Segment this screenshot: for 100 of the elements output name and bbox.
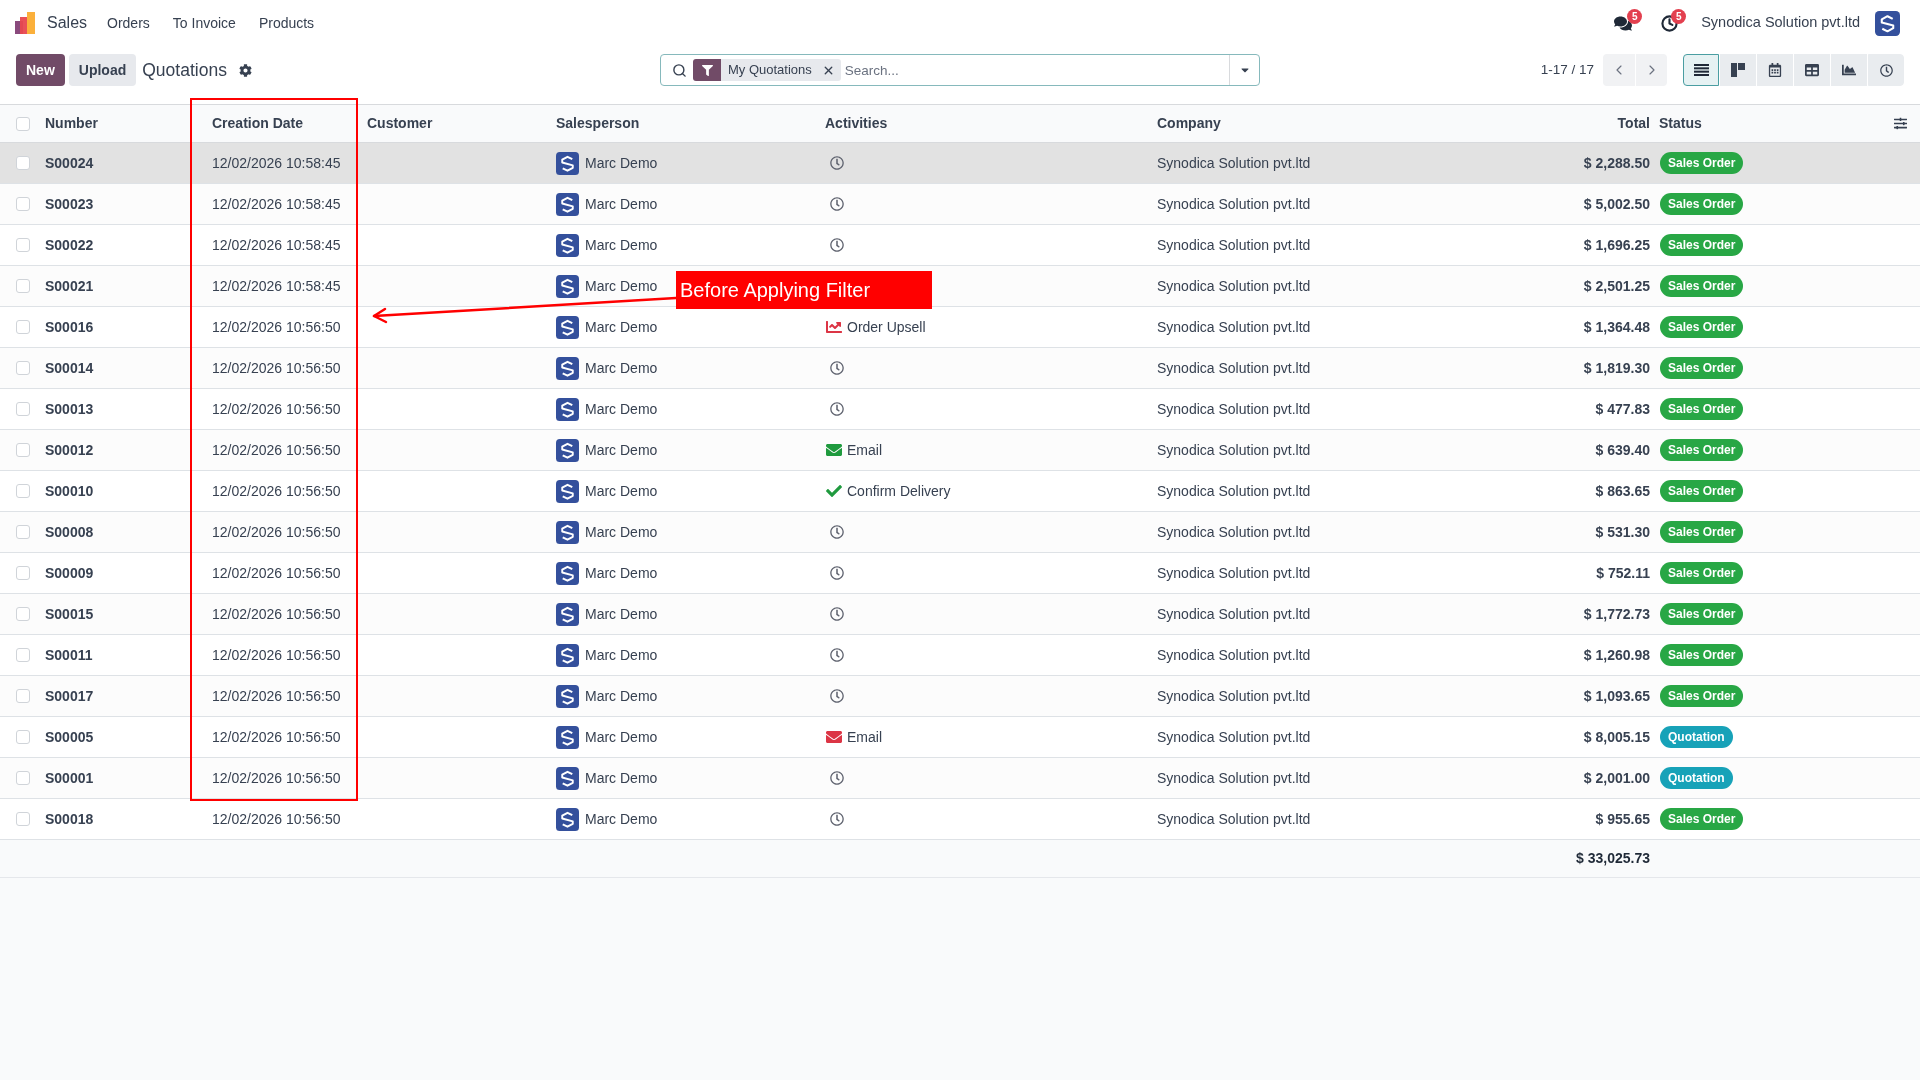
checkbox[interactable] xyxy=(16,812,30,826)
view-switch-button[interactable] xyxy=(1683,54,1719,86)
menu-item[interactable]: Products xyxy=(258,12,315,34)
calendar-icon xyxy=(1768,63,1782,77)
search-input[interactable]: Search... xyxy=(844,56,1229,84)
clock-icon[interactable] xyxy=(830,566,844,580)
status-badge: Sales Order xyxy=(1660,234,1744,256)
status-badge: Sales Order xyxy=(1660,398,1744,420)
table-cell-text: $ 2,288.50 xyxy=(1583,153,1651,173)
new-button[interactable]: New xyxy=(16,54,65,86)
table-cell-text: S00023 xyxy=(45,194,94,214)
checkbox[interactable] xyxy=(16,771,30,785)
checkbox[interactable] xyxy=(16,607,30,621)
checkbox[interactable] xyxy=(16,279,30,293)
checkbox[interactable] xyxy=(16,689,30,703)
avatar-icon xyxy=(556,274,579,298)
column-header[interactable]: Status xyxy=(1659,113,1702,134)
checkbox[interactable] xyxy=(16,443,30,457)
table-cell-text: 12/02/2026 10:56:50 xyxy=(212,768,341,788)
status-badge: Quotation xyxy=(1660,726,1733,748)
clock-icon[interactable] xyxy=(830,402,844,416)
activity-link[interactable]: Email xyxy=(825,726,882,748)
table-cell-text: $ 477.83 xyxy=(1595,399,1651,419)
table-cell-text: $ 1,260.98 xyxy=(1583,645,1651,665)
table-row[interactable]: S00009 12/02/2026 10:56:50 Marc Demo Synodica Solution pvt.ltd $ 752.11 Sales Order xyxy=(0,553,1920,594)
table-cell-text: S00015 xyxy=(45,604,94,624)
table-cell-text: Synodica Solution pvt.ltd xyxy=(1157,727,1311,747)
kanban-icon xyxy=(1731,63,1745,77)
activity-link[interactable]: Email xyxy=(825,439,882,461)
column-header[interactable]: Salesperson xyxy=(556,113,640,134)
table-row[interactable]: S00005 12/02/2026 10:56:50 Marc Demo Email Synodica Solution pvt.ltd $ 8,005.15 Quotation xyxy=(0,717,1920,758)
app-title[interactable]: Sales xyxy=(47,11,88,35)
avatar-icon xyxy=(556,397,579,421)
table-row[interactable]: S00013 12/02/2026 10:56:50 Marc Demo Synodica Solution pvt.ltd $ 477.83 Sales Order xyxy=(0,389,1920,430)
column-header[interactable]: Number xyxy=(45,113,98,134)
table-cell-text: Synodica Solution pvt.ltd xyxy=(1157,317,1311,337)
table-cell-text: 12/02/2026 10:56:50 xyxy=(212,809,341,829)
clock-icon[interactable] xyxy=(830,812,844,826)
column-header[interactable]: Activities xyxy=(825,113,888,134)
table-cell-text: $ 2,501.25 xyxy=(1583,276,1651,296)
table-cell-text: $ 531.30 xyxy=(1595,522,1651,542)
checkbox[interactable] xyxy=(16,566,30,580)
column-header[interactable]: Company xyxy=(1157,113,1221,134)
annotation-label: Before Applying Filter xyxy=(676,271,932,309)
column-header[interactable]: Total xyxy=(1617,113,1650,134)
table-cell-text: $ 752.11 xyxy=(1596,563,1651,583)
table-row[interactable]: S00018 12/02/2026 10:56:50 Marc Demo Synodica Solution pvt.ltd $ 955.65 Sales Order xyxy=(0,799,1920,840)
status-badge: Sales Order xyxy=(1660,603,1744,625)
clock-icon[interactable] xyxy=(830,238,844,252)
pager-value[interactable]: 1-17 / 17 xyxy=(1540,59,1594,81)
clock-icon[interactable] xyxy=(830,689,844,703)
search-bar[interactable]: My Quotations Search... xyxy=(660,54,1260,86)
clock-icon[interactable] xyxy=(830,525,844,539)
column-header[interactable]: Customer xyxy=(367,113,433,134)
clock-icon[interactable] xyxy=(830,648,844,662)
table-cell-text: Synodica Solution pvt.ltd xyxy=(1157,563,1311,583)
menu-item[interactable]: To Invoice xyxy=(172,12,236,34)
count-badge: 5 xyxy=(1627,9,1643,24)
salesperson-name: Marc Demo xyxy=(585,645,658,665)
checkbox[interactable] xyxy=(16,320,30,334)
activity-link[interactable]: Confirm Delivery xyxy=(825,480,951,502)
upload-button[interactable]: Upload xyxy=(68,54,137,86)
avatar-icon xyxy=(556,725,579,749)
company-switcher[interactable]: Synodica Solution pvt.ltd xyxy=(1701,12,1860,34)
table-cell-text: 12/02/2026 10:58:45 xyxy=(212,194,341,214)
checkbox[interactable] xyxy=(16,361,30,375)
clock-icon[interactable] xyxy=(830,607,844,621)
settings-icon[interactable] xyxy=(238,63,252,77)
checkbox[interactable] xyxy=(16,648,30,662)
table-cell-text: $ 8,005.15 xyxy=(1583,727,1651,747)
checkbox[interactable] xyxy=(16,525,30,539)
table-row[interactable]: S00024 12/02/2026 10:58:45 Marc Demo Synodica Solution pvt.ltd $ 2,288.50 Sales Order xyxy=(0,143,1920,184)
table-row[interactable]: S00022 12/02/2026 10:58:45 Marc Demo Synodica Solution pvt.ltd $ 1,696.25 Sales Order xyxy=(0,225,1920,266)
area-chart-icon xyxy=(1842,63,1856,77)
clock-icon[interactable] xyxy=(830,361,844,375)
checkbox[interactable] xyxy=(16,484,30,498)
sliders-icon[interactable] xyxy=(1893,117,1907,130)
salesperson-name: Marc Demo xyxy=(585,276,658,296)
filter-facet[interactable]: My Quotations xyxy=(721,59,841,81)
checkbox[interactable] xyxy=(16,197,30,211)
salesperson-name: Marc Demo xyxy=(585,317,658,337)
table-cell-text: S00011 xyxy=(45,645,93,665)
checkbox[interactable] xyxy=(16,402,30,416)
table-cell-text: $ 639.40 xyxy=(1595,440,1651,460)
table-row[interactable]: S00016 12/02/2026 10:56:50 Marc Demo Order Upsell Synodica Solution pvt.ltd $ 1,364.48 Sales Order xyxy=(0,307,1920,348)
clock-icon[interactable] xyxy=(830,197,844,211)
activity-link[interactable]: Order Upsell xyxy=(825,316,926,338)
checkbox[interactable] xyxy=(16,730,30,744)
checkbox[interactable] xyxy=(16,238,30,252)
table-row[interactable]: S00010 12/02/2026 10:56:50 Marc Demo Confirm Delivery Synodica Solution pvt.ltd $ 863.65 Sales Order xyxy=(0,471,1920,512)
checkbox[interactable] xyxy=(16,156,30,170)
clock-icon[interactable] xyxy=(830,156,844,170)
table-row[interactable]: S00011 12/02/2026 10:56:50 Marc Demo Synodica Solution pvt.ltd $ 1,260.98 Sales Order xyxy=(0,635,1920,676)
menu-item[interactable]: Orders xyxy=(107,12,150,34)
table-cell-text: 12/02/2026 10:58:45 xyxy=(212,276,341,296)
table-cell-text: 12/02/2026 10:56:50 xyxy=(212,727,341,747)
table-cell-text: S00005 xyxy=(45,727,94,747)
column-header[interactable]: Creation Date xyxy=(212,113,304,134)
clock-icon[interactable] xyxy=(830,771,844,785)
checkbox[interactable] xyxy=(16,116,30,131)
